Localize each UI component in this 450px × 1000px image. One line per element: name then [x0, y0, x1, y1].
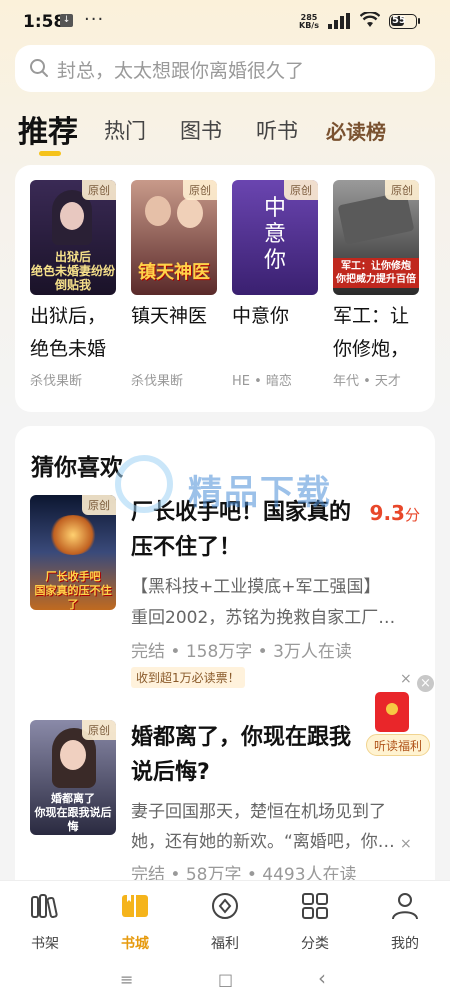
book-cover[interactable]: 军工：让你修炮 你把威力提升百倍 原创: [333, 180, 419, 295]
tab-audiobooks[interactable]: 听书: [256, 115, 298, 145]
close-icon[interactable]: ×: [400, 671, 412, 687]
coin-icon: [386, 703, 398, 715]
signal-icon: [328, 13, 350, 29]
book-description: 重回2002，苏铭为挽救自家工厂…: [131, 608, 396, 628]
book-item[interactable]: 出狱后 绝色未婚妻纷纷倒贴我 原创 出狱后，绝色未婚 杀伐果断: [30, 180, 118, 389]
cover-title: 镇天神医: [138, 262, 210, 283]
cover-title: 出狱后 绝色未婚妻纷纷倒贴我: [30, 250, 115, 292]
cover-glow: [48, 515, 98, 555]
search-bar[interactable]: 封总，太太想跟你离婚很久了: [15, 45, 435, 92]
original-badge: 原创: [284, 180, 318, 200]
book-title[interactable]: 中意你: [232, 300, 324, 366]
watermark-text: 精品下载: [188, 473, 332, 513]
book-title[interactable]: 婚都离了，你现在跟我说后悔?: [131, 720, 361, 790]
tab-must-read-chart[interactable]: 必读榜: [326, 116, 386, 145]
watermark-logo-icon: [115, 455, 173, 513]
tab-recommend[interactable]: 推荐: [18, 107, 78, 151]
nav-label: 分类: [301, 936, 329, 952]
cover-title: 婚都离了 你现在跟我说后悔: [34, 792, 112, 833]
cover-title: 中意你: [263, 196, 286, 273]
book-meta: HE • 暗恋: [232, 374, 292, 389]
system-nav-bar: ≡ □ ‹: [0, 960, 450, 1000]
wifi-icon: [360, 12, 380, 27]
search-placeholder: 封总，太太想跟你离婚很久了: [57, 60, 305, 82]
bookshelf-icon: [31, 894, 58, 919]
search-icon: [30, 59, 48, 77]
nav-bookshelf[interactable]: 书架: [15, 889, 75, 953]
nav-welfare[interactable]: 福利: [195, 889, 255, 953]
book-meta: 杀伐果断: [131, 374, 184, 389]
tab-hot[interactable]: 热门: [104, 115, 146, 145]
book-item[interactable]: 中意你 原创 中意你 HE • 暗恋: [232, 180, 320, 389]
back-icon[interactable]: ‹: [318, 966, 326, 990]
book-title[interactable]: 出狱后，绝色未婚: [30, 300, 122, 366]
book-item[interactable]: 镇天神医 原创 镇天神医 杀伐果断: [131, 180, 219, 389]
listen-reward-widget[interactable]: 听读福利: [366, 690, 430, 760]
list-item[interactable]: 厂长收手吧 国家真的压不住了 原创 厂长收手吧！国家真的压不住了！ 9.3分 【…: [30, 495, 420, 695]
nav-label: 书架: [31, 936, 59, 952]
original-badge: 原创: [82, 495, 116, 515]
book-cover[interactable]: 婚都离了 你现在跟我说后悔 原创: [30, 720, 116, 835]
tab-books[interactable]: 图书: [180, 115, 222, 145]
nav-category[interactable]: 分类: [285, 889, 345, 953]
book-meta: 年代 • 天才: [333, 374, 401, 389]
book-score: 9.3分: [369, 501, 420, 525]
book-cover[interactable]: 镇天神医 原创: [131, 180, 217, 295]
tab-active-indicator: [39, 151, 61, 156]
cover-title: 军工：让你修炮 你把威力提升百倍: [333, 258, 419, 288]
section-title: 猜你喜欢: [31, 455, 123, 481]
home-icon[interactable]: □: [218, 970, 233, 989]
book-description: 妻子回国那天，楚恒在机场见到了: [131, 802, 386, 822]
download-notification-icon: ↓: [60, 14, 73, 27]
cover-face: [145, 196, 171, 226]
book-tags: 【黑科技+工业摸底+军工强国】: [131, 577, 381, 597]
nav-bookstore[interactable]: 书城: [105, 889, 165, 953]
profile-icon: [392, 893, 418, 920]
nav-label: 书城: [121, 936, 149, 952]
recommend-section: 出狱后 绝色未婚妻纷纷倒贴我 原创 出狱后，绝色未婚 杀伐果断 镇天神医 原创 …: [15, 165, 435, 412]
listen-reward-label: 听读福利: [366, 734, 430, 756]
book-title[interactable]: 军工：让你修炮，: [333, 300, 425, 366]
category-tabs: 推荐 热门 图书 听书 必读榜: [0, 104, 450, 164]
book-title[interactable]: 镇天神医: [131, 300, 223, 366]
original-badge: 原创: [183, 180, 217, 200]
battery-icon: 55: [389, 14, 420, 29]
vote-badge: 收到超1万必读票！: [131, 667, 245, 688]
book-item[interactable]: 军工：让你修炮 你把威力提升百倍 原创 军工：让你修炮， 年代 • 天才: [333, 180, 421, 389]
book-stats: 完结 • 158万字 • 3万人在读: [131, 642, 352, 662]
book-cover[interactable]: 出狱后 绝色未婚妻纷纷倒贴我 原创: [30, 180, 116, 295]
cover-face: [60, 740, 86, 770]
cover-face: [177, 198, 203, 228]
bookstore-icon: [122, 895, 148, 917]
book-meta: 杀伐果断: [30, 374, 83, 389]
bottom-nav: 书架 书城 福利 分类 我的: [0, 880, 450, 961]
original-badge: 原创: [82, 180, 116, 200]
nav-label: 福利: [211, 936, 239, 952]
original-badge: 原创: [82, 720, 116, 740]
status-bar: 1:58 ↓ ··· 285 KB/s 55: [0, 0, 450, 44]
welfare-icon: [212, 893, 238, 919]
network-speed: 285 KB/s: [299, 13, 319, 30]
menu-icon[interactable]: ≡: [120, 970, 133, 989]
status-time: 1:58: [23, 12, 66, 32]
more-notifications-icon: ···: [84, 9, 105, 30]
book-description: 她，还有她的新欢。“离婚吧，你…: [131, 832, 395, 852]
cover-face: [60, 202, 84, 230]
category-icon: [302, 893, 328, 919]
book-cover[interactable]: 中意你 原创: [232, 180, 318, 295]
list-item[interactable]: 婚都离了 你现在跟我说后悔 原创 婚都离了，你现在跟我说后悔? 妻子回国那天，楚…: [30, 720, 420, 890]
nav-label: 我的: [391, 936, 419, 952]
book-cover[interactable]: 厂长收手吧 国家真的压不住了 原创: [30, 495, 116, 610]
cover-title: 厂长收手吧 国家真的压不住了: [34, 570, 112, 610]
original-badge: 原创: [385, 180, 419, 200]
nav-profile[interactable]: 我的: [375, 889, 435, 953]
close-icon[interactable]: ×: [400, 836, 412, 852]
